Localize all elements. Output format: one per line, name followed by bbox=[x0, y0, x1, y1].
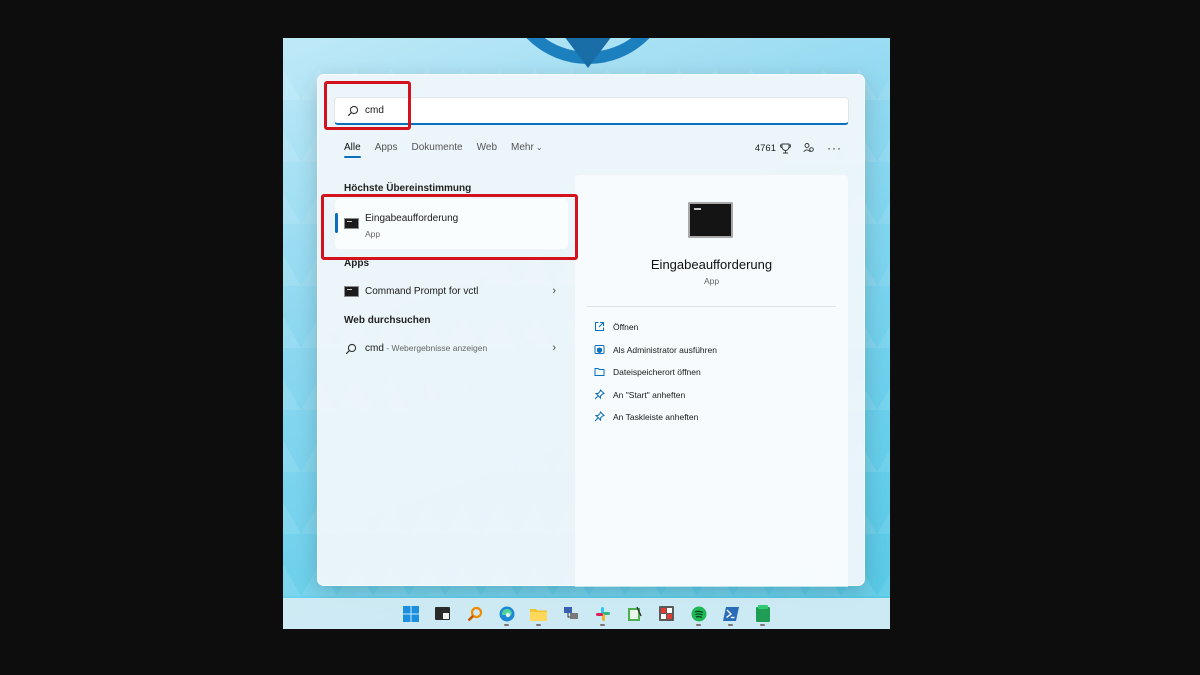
filter-tabs: Alle Apps Dokumente Web Mehr ⌄ bbox=[344, 142, 543, 158]
action-pin-to-taskbar[interactable]: An Taskleiste anheften bbox=[594, 411, 698, 422]
network-icon[interactable] bbox=[559, 602, 582, 625]
edge-icon[interactable] bbox=[495, 602, 518, 626]
best-match-heading: Höchste Übereinstimmung bbox=[344, 183, 472, 194]
start-search-panel: Alle Apps Dokumente Web Mehr⌄ 4761 ··· H… bbox=[317, 74, 865, 587]
annotation-highlight-search bbox=[324, 81, 411, 130]
running-indicator bbox=[728, 624, 733, 626]
trophy-icon bbox=[780, 143, 791, 153]
chevron-down-icon: ⌄ bbox=[535, 143, 543, 152]
detail-title: Eingabeaufforderung bbox=[650, 257, 773, 272]
search-bar[interactable] bbox=[334, 97, 849, 125]
calculator-icon[interactable] bbox=[655, 602, 678, 625]
running-indicator bbox=[536, 624, 541, 626]
web-search-heading: Web durchsuchen bbox=[344, 315, 431, 326]
cmd-app-large-icon bbox=[688, 202, 733, 238]
rewards-points[interactable]: 4761 bbox=[755, 143, 791, 154]
search-icon[interactable] bbox=[463, 602, 486, 625]
spotify-icon[interactable] bbox=[687, 602, 710, 626]
tab-mehr[interactable]: Mehr ⌄ bbox=[511, 142, 543, 158]
open-icon bbox=[595, 322, 604, 331]
action-run-as-admin[interactable]: Als Administrator ausführen bbox=[594, 344, 717, 355]
detail-pane: Eingabeaufforderung App Öffnen Als Admin… bbox=[575, 175, 848, 587]
app-result-label: Command Prompt for vctl bbox=[365, 286, 479, 297]
running-indicator bbox=[760, 624, 765, 626]
notepad-icon[interactable] bbox=[623, 602, 646, 625]
app-result-command-prompt-vctl[interactable]: Command Prompt for vctl › bbox=[335, 279, 568, 305]
shield-icon bbox=[594, 345, 605, 354]
action-open-file-location[interactable]: Dateispeicherort öffnen bbox=[594, 366, 701, 377]
taskbar bbox=[283, 598, 890, 629]
file-explorer-icon[interactable] bbox=[527, 602, 550, 626]
header-tools: 4761 ··· bbox=[755, 141, 842, 155]
action-open[interactable]: Öffnen bbox=[594, 321, 638, 332]
chevron-right-icon[interactable]: › bbox=[552, 285, 556, 297]
pin-icon bbox=[594, 411, 605, 422]
running-indicator bbox=[504, 624, 509, 626]
cmd-app-icon bbox=[344, 286, 359, 297]
search-input[interactable] bbox=[365, 105, 765, 116]
running-indicator bbox=[600, 624, 605, 626]
tab-alle[interactable]: Alle bbox=[344, 142, 361, 158]
web-result-text: cmd - Webergebnisse anzeigen bbox=[365, 343, 488, 354]
divider bbox=[587, 306, 836, 307]
search-icon bbox=[345, 343, 357, 355]
annotation-highlight-best-match bbox=[321, 194, 578, 260]
folder-icon bbox=[594, 368, 605, 376]
wallpaper-heart-logo bbox=[526, 38, 650, 68]
tab-web[interactable]: Web bbox=[477, 142, 497, 158]
terminal-icon[interactable] bbox=[431, 602, 454, 625]
green-app-icon[interactable] bbox=[751, 602, 774, 626]
powershell-icon[interactable] bbox=[719, 602, 742, 626]
web-result-cmd[interactable]: cmd - Webergebnisse anzeigen › bbox=[335, 336, 568, 362]
running-indicator bbox=[696, 624, 701, 626]
pin-icon bbox=[594, 389, 605, 400]
action-pin-to-start[interactable]: An "Start" anheften bbox=[594, 389, 685, 400]
account-icon[interactable] bbox=[803, 142, 815, 154]
chevron-right-icon[interactable]: › bbox=[552, 342, 556, 354]
windows-start-icon[interactable] bbox=[399, 602, 422, 625]
slack-icon[interactable] bbox=[591, 602, 614, 626]
detail-subtitle: App bbox=[703, 276, 720, 286]
desktop: Alle Apps Dokumente Web Mehr⌄ 4761 ··· H… bbox=[283, 38, 890, 629]
tab-apps[interactable]: Apps bbox=[375, 142, 398, 158]
tab-dokumente[interactable]: Dokumente bbox=[411, 142, 462, 158]
more-icon[interactable]: ··· bbox=[827, 141, 842, 155]
